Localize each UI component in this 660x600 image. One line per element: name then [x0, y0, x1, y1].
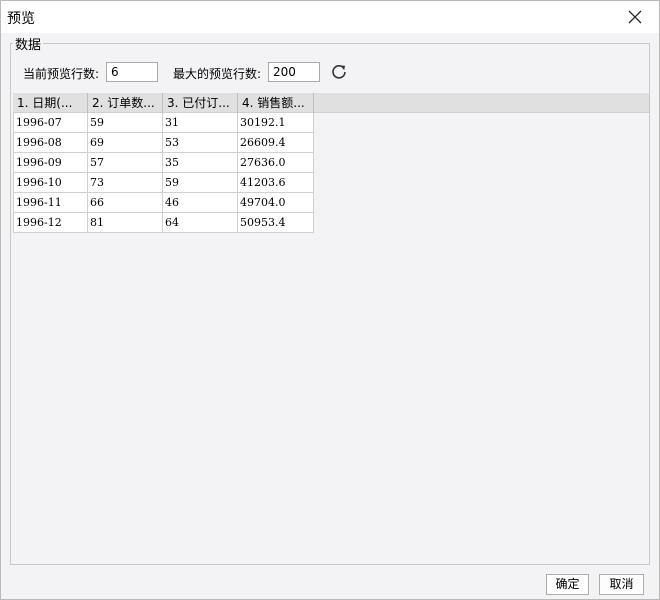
- column-header[interactable]: 1. 日期(...: [13, 93, 88, 113]
- table-row[interactable]: 1996-08 69 53 26609.4: [13, 133, 314, 153]
- table-cell: 31: [163, 113, 238, 133]
- current-rows-label: 当前预览行数:: [23, 67, 100, 81]
- table-row[interactable]: 1996-10 73 59 41203.6: [13, 173, 314, 193]
- table-cell: 69: [88, 133, 163, 153]
- ok-button[interactable]: 确定: [546, 574, 589, 595]
- column-header[interactable]: 4. 销售额...: [238, 93, 314, 113]
- table-cell: 35: [163, 153, 238, 173]
- table-row[interactable]: 1996-11 66 46 49704.0: [13, 193, 314, 213]
- table-cell: 59: [163, 173, 238, 193]
- current-rows-input[interactable]: [106, 62, 158, 82]
- window-title: 预览: [7, 11, 35, 27]
- table-cell: 57: [88, 153, 163, 173]
- max-rows-label: 最大的预览行数:: [173, 67, 262, 81]
- close-icon: [628, 10, 642, 24]
- table-row[interactable]: 1996-09 57 35 27636.0: [13, 153, 314, 173]
- table-cell: 46: [163, 193, 238, 213]
- table-cell: 1996-12: [13, 213, 88, 233]
- column-header[interactable]: 2. 订单数...: [88, 93, 163, 113]
- table-cell: 53: [163, 133, 238, 153]
- table-row[interactable]: 1996-07 59 31 30192.1: [13, 113, 314, 133]
- close-button[interactable]: [615, 2, 655, 32]
- refresh-button[interactable]: [330, 63, 348, 81]
- table-cell: 81: [88, 213, 163, 233]
- table-cell: 26609.4: [238, 133, 314, 153]
- table-cell: 30192.1: [238, 113, 314, 133]
- table-header: 1. 日期(... 2. 订单数... 3. 已付订... 4. 销售额...: [13, 93, 649, 113]
- table-cell: 1996-11: [13, 193, 88, 213]
- table-cell: 73: [88, 173, 163, 193]
- table-cell: 1996-10: [13, 173, 88, 193]
- refresh-icon: [332, 65, 346, 79]
- group-legend: 数据: [13, 34, 44, 53]
- table-cell: 66: [88, 193, 163, 213]
- table-row[interactable]: 1996-12 81 64 50953.4: [13, 213, 314, 233]
- table-cell: 64: [163, 213, 238, 233]
- preview-dialog: 预览 数据 当前预览行数: 最大的预览行数: 1. 日期(... 2. 订单数.…: [0, 0, 660, 600]
- cancel-button[interactable]: 取消: [599, 574, 644, 595]
- table-cell: 41203.6: [238, 173, 314, 193]
- title-bar: 预览: [1, 1, 659, 33]
- column-header[interactable]: 3. 已付订...: [163, 93, 238, 113]
- table-cell: 1996-09: [13, 153, 88, 173]
- table-cell: 49704.0: [238, 193, 314, 213]
- max-rows-input[interactable]: [268, 62, 320, 82]
- table-body: 1996-07 59 31 30192.1 1996-08 69 53 2660…: [13, 113, 314, 233]
- table-cell: 1996-08: [13, 133, 88, 153]
- table-cell: 27636.0: [238, 153, 314, 173]
- table-cell: 50953.4: [238, 213, 314, 233]
- table-cell: 59: [88, 113, 163, 133]
- table-cell: 1996-07: [13, 113, 88, 133]
